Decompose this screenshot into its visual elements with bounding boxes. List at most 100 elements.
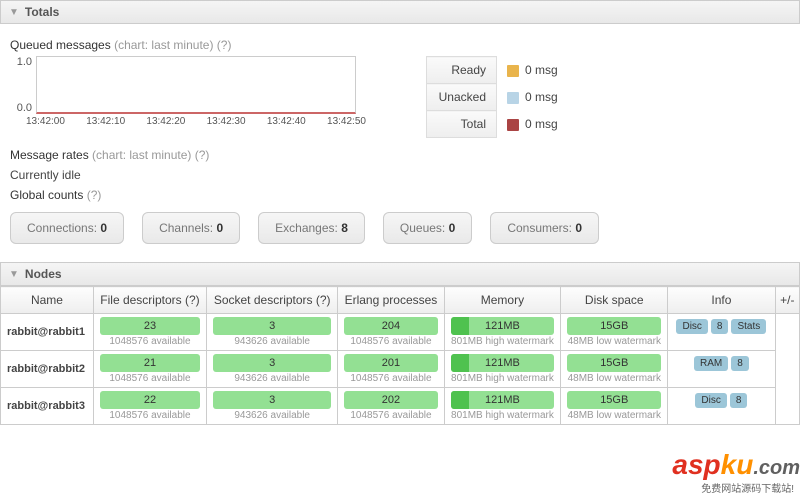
legend-total-value: 0 msg [497,111,569,138]
metric-cell: 15GB48MB low watermark [561,314,668,351]
tick: 13:42:30 [207,116,246,127]
plusminus-cell [775,314,799,425]
legend-total-label: Total [427,111,497,138]
tick: 13:42:40 [267,116,306,127]
tick: 13:42:50 [327,116,366,127]
info-badge: Stats [731,319,766,334]
watermark-subtitle: 免费网站源码下载站! [701,480,794,495]
col-disk[interactable]: Disk space [561,287,668,314]
usage-bar: 15GB [567,317,661,335]
metric-cell: 3943626 available [207,351,338,388]
avail-text: 48MB low watermark [565,410,663,421]
metric-cell: 121MB801MB high watermark [444,351,561,388]
info-cell: RAM8 [668,351,775,388]
usage-bar: 3 [213,391,331,409]
count-value: 0 [449,221,456,235]
swatch-unacked-icon [507,92,519,104]
swatch-total-icon [507,119,519,131]
usage-bar: 22 [100,391,200,409]
usage-bar: 23 [100,317,200,335]
metric-cell: 3943626 available [207,388,338,425]
collapse-icon: ▼ [9,7,19,18]
avail-text: 1048576 available [98,373,202,384]
rates-label: Message rates [10,148,89,162]
col-plusminus[interactable]: +/- [775,287,799,314]
info-badge: 8 [730,393,748,408]
info-badge: Disc [676,319,707,334]
info-cell: Disc 8 [668,388,775,425]
metric-cell: 15GB48MB low watermark [561,388,668,425]
info-badge: 8 [731,356,749,371]
col-name[interactable]: Name [1,287,94,314]
legend-unacked-value: 0 msg [497,84,569,111]
node-name[interactable]: rabbit@rabbit2 [1,351,94,388]
queued-chart-row: 1.0 0.0 13:42:00 13:42:10 13:42:20 13:42… [10,56,790,138]
count-exchanges[interactable]: Exchanges: 8 [258,212,365,244]
count-channels[interactable]: Channels: 0 [142,212,240,244]
legend-value: 0 msg [525,63,558,77]
usage-bar: 21 [100,354,200,372]
rates-title: Message rates (chart: last minute) (?) [10,148,790,162]
usage-bar: 15GB [567,354,661,372]
metric-cell: 15GB48MB low watermark [561,351,668,388]
queued-label: Queued messages [10,38,111,52]
col-fd[interactable]: File descriptors (?) [93,287,206,314]
col-ep[interactable]: Erlang processes [338,287,444,314]
swatch-ready-icon [507,65,519,77]
metric-cell: 2011048576 available [338,351,444,388]
chart-x-ticks: 13:42:00 13:42:10 13:42:20 13:42:30 13:4… [26,116,366,127]
col-mem[interactable]: Memory [444,287,561,314]
global-label: Global counts [10,188,83,202]
count-label: Exchanges: [275,221,338,235]
legend-value: 0 msg [525,117,558,131]
node-name[interactable]: rabbit@rabbit3 [1,388,94,425]
metric-cell: 121MB801MB high watermark [444,314,561,351]
avail-text: 801MB high watermark [449,373,557,384]
count-value: 0 [575,221,582,235]
section-header-totals[interactable]: ▼ Totals [0,0,800,24]
help-icon[interactable]: (?) [87,188,102,202]
avail-text: 801MB high watermark [449,336,557,347]
rates-hint: (chart: last minute) [92,148,191,162]
count-consumers[interactable]: Consumers: 0 [490,212,599,244]
metric-cell: 3943626 available [207,314,338,351]
usage-bar: 201 [344,354,437,372]
chart-ymin: 0.0 [10,102,32,114]
info-badge: Disc [695,393,726,408]
queued-hint: (chart: last minute) [114,38,213,52]
avail-text: 48MB low watermark [565,336,663,347]
help-icon[interactable]: (?) [217,38,232,52]
col-sd[interactable]: Socket descriptors (?) [207,287,338,314]
info-badge: 8 [711,319,729,334]
section-title: Totals [25,5,59,19]
avail-text: 1048576 available [98,336,202,347]
help-icon[interactable]: (?) [316,293,331,307]
col-info[interactable]: Info [668,287,775,314]
avail-text: 1048576 available [98,410,202,421]
help-icon[interactable]: (?) [195,148,210,162]
global-title: Global counts (?) [10,188,790,202]
usage-bar: 121MB [451,317,555,335]
count-queues[interactable]: Queues: 0 [383,212,472,244]
count-label: Consumers: [507,221,572,235]
global-counts-row: Connections: 0 Channels: 0 Exchanges: 8 … [10,212,790,244]
section-header-nodes[interactable]: ▼ Nodes [0,262,800,286]
usage-bar: 3 [213,354,331,372]
metric-cell: 2041048576 available [338,314,444,351]
avail-text: 1048576 available [342,336,439,347]
count-label: Queues: [400,221,445,235]
legend-value: 0 msg [525,90,558,104]
nodes-table: Name File descriptors (?) Socket descrip… [0,286,800,425]
node-name[interactable]: rabbit@rabbit1 [1,314,94,351]
rates-idle: Currently idle [10,168,790,182]
legend-unacked-label: Unacked [427,84,497,111]
legend-ready-label: Ready [427,57,497,84]
count-label: Channels: [159,221,213,235]
count-label: Connections: [27,221,97,235]
info-cell: Disc 8Stats [668,314,775,351]
help-icon[interactable]: (?) [185,293,200,307]
avail-text: 1048576 available [342,373,439,384]
count-connections[interactable]: Connections: 0 [10,212,124,244]
count-value: 0 [100,221,107,235]
totals-body: Queued messages (chart: last minute) (?)… [0,24,800,262]
